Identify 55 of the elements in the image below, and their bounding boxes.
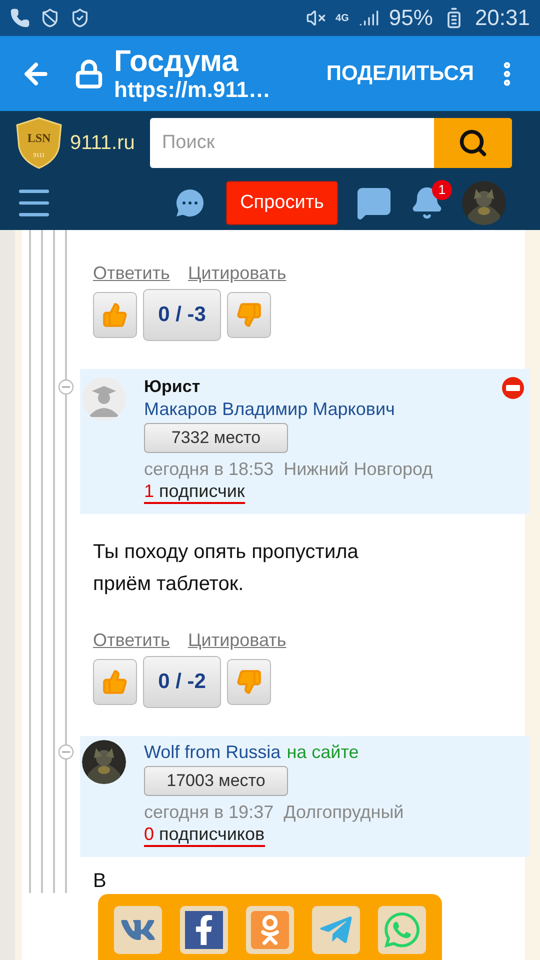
logo-text: LSN bbox=[27, 131, 51, 145]
rating-button[interactable]: 0 / -3 bbox=[143, 289, 221, 341]
shield-icon bbox=[40, 8, 60, 28]
online-status: на сайте bbox=[286, 742, 359, 763]
thumbs-down-icon bbox=[236, 302, 262, 328]
battery-percent: 95% bbox=[388, 5, 433, 31]
share-button[interactable] bbox=[114, 906, 162, 954]
rank-button[interactable]: 7332 место bbox=[144, 423, 288, 453]
whatsapp-icon bbox=[382, 910, 422, 950]
comment-meta: сегодня в 18:53 Нижний Новгород bbox=[144, 459, 433, 480]
comment-meta: сегодня в 19:37 Долгопрудный bbox=[144, 802, 404, 823]
author-link[interactable]: Wolf from Russia bbox=[144, 742, 281, 763]
page-title: Госдума bbox=[114, 46, 240, 76]
thumbs-up-icon bbox=[102, 302, 128, 328]
remove-icon[interactable] bbox=[502, 377, 524, 399]
share-button[interactable]: ПОДЕЛИТЬСЯ bbox=[326, 62, 474, 86]
rank-button[interactable]: 17003 место bbox=[144, 766, 288, 796]
subscribers-link[interactable]: 1 подписчик bbox=[144, 482, 245, 504]
subscribers-link[interactable]: 0 подписчиков bbox=[144, 824, 265, 847]
bell-icon[interactable] bbox=[410, 186, 444, 220]
odnoklassniki-icon bbox=[251, 911, 289, 949]
shield-check-icon bbox=[70, 8, 90, 28]
thumbs-down-icon bbox=[236, 668, 262, 695]
like-button[interactable] bbox=[93, 658, 137, 705]
facebook-icon bbox=[185, 911, 223, 949]
action-link[interactable]: Ответить bbox=[93, 263, 170, 284]
rating-button[interactable]: 0 / -2 bbox=[143, 656, 221, 708]
network-type: 4G bbox=[336, 12, 349, 24]
ask-button[interactable]: Спросить bbox=[226, 180, 338, 224]
clock: 20:31 bbox=[474, 5, 530, 31]
action-link[interactable]: Цитировать bbox=[188, 630, 286, 651]
user-icon bbox=[82, 377, 126, 421]
page-url: https://m.911… bbox=[114, 78, 270, 100]
author-role: Юрист bbox=[144, 377, 200, 397]
dislike-button[interactable] bbox=[227, 658, 271, 705]
dislike-button[interactable] bbox=[227, 292, 271, 338]
phone-icon bbox=[10, 8, 30, 28]
thumbs-up-icon bbox=[102, 668, 128, 695]
collapse-icon[interactable] bbox=[58, 744, 74, 760]
like-button[interactable] bbox=[93, 292, 137, 338]
comment-text: Ты походу опять пропустила приём таблеток. bbox=[92, 540, 360, 597]
share-button[interactable] bbox=[180, 906, 228, 954]
collapse-icon[interactable] bbox=[58, 379, 74, 395]
action-link[interactable]: Ответить bbox=[93, 630, 170, 651]
search-field[interactable]: Поиск bbox=[150, 118, 434, 168]
search-button[interactable] bbox=[434, 118, 512, 168]
lock-icon bbox=[74, 58, 104, 88]
site-name[interactable]: 9111.ru bbox=[70, 132, 150, 154]
author-link[interactable]: Макаров Владимир Маркович bbox=[144, 399, 395, 420]
comment-text: В bbox=[92, 868, 108, 893]
mute-icon bbox=[306, 8, 326, 28]
action-link[interactable]: Цитировать bbox=[188, 263, 286, 284]
search-icon bbox=[458, 128, 488, 158]
notification-badge: 1 bbox=[432, 180, 452, 200]
signal-icon bbox=[358, 8, 379, 28]
